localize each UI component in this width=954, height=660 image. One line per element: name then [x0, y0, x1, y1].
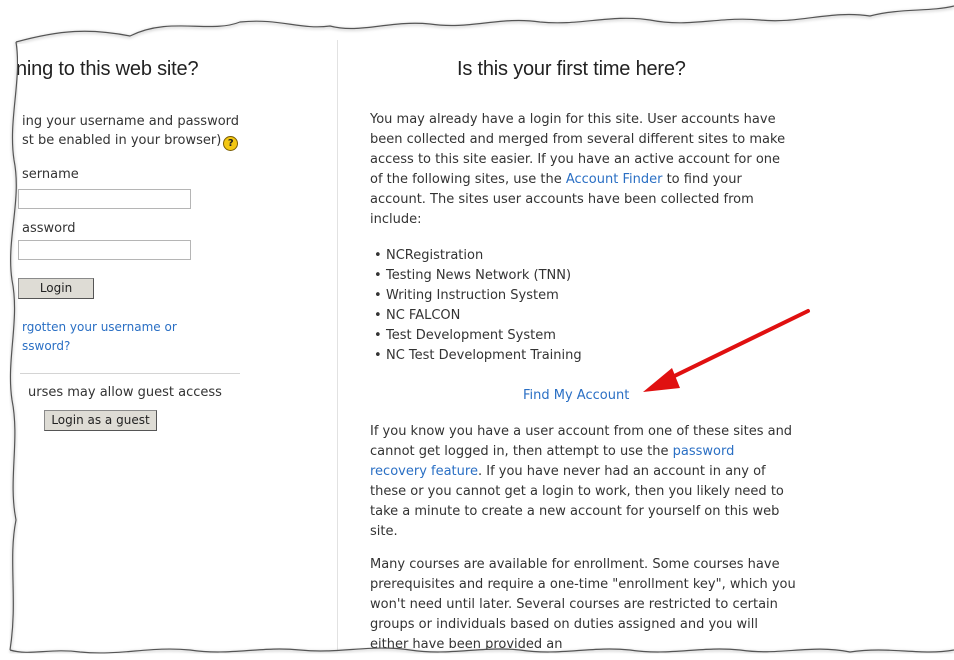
red-arrow-annotation-icon — [643, 309, 810, 392]
